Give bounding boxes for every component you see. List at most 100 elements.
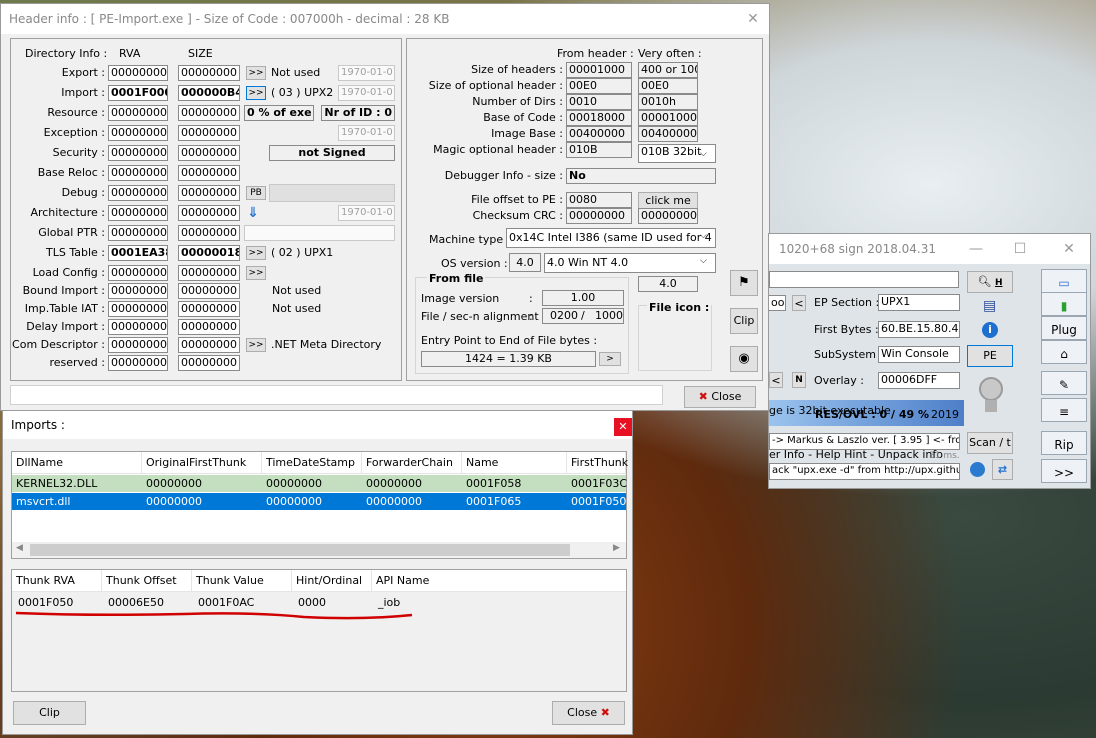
ep-section-value: UPX1 [878,294,960,311]
dir-name-label: reserved : [49,356,105,369]
close-x-icon: ✖ [698,390,708,403]
scroll-thumb[interactable] [30,544,570,556]
col-api-name[interactable]: API Name [372,570,626,592]
dir-jump-button[interactable]: PB [246,186,266,200]
refresh-icon[interactable]: ⇄ [992,459,1013,480]
header-field-value: 010B [566,142,632,158]
dir-name-label: Global PTR : [38,226,105,239]
very-often-label: Very often : [638,47,702,60]
dir-info-text: ( 02 ) UPX1 [271,246,334,259]
file-path-field[interactable] [769,271,959,288]
magnifier-icon: 🔍︎ [977,275,992,288]
header-field-label: Size of optional header : [428,79,563,92]
hierarchy-icon[interactable]: ▤ [983,298,996,314]
header-often-value: 00001000 [638,110,698,126]
camera-icon[interactable]: ◉ [730,346,758,372]
search-h-button[interactable]: 🔍︎ H [967,271,1013,293]
clip-button[interactable]: Clip [730,308,758,334]
dir-name-label: Com Descriptor : [12,338,105,351]
globe-icon[interactable] [970,462,985,477]
rip-button[interactable]: Rip [1041,431,1087,455]
file-icon-label: File icon : [647,301,712,314]
machine-type-select[interactable]: 0x14C Intel I386 (same ID used for 4 [506,228,716,248]
imports-title: Imports : [3,411,632,439]
scroll-right-icon[interactable]: ▶ [613,543,620,553]
dll-tds: 00000000 [266,495,322,508]
thunk-value: 0001F0AC [198,596,255,609]
col-thunk-value[interactable]: Thunk Value [192,570,292,592]
dll-ft: 0001F03C [571,477,627,490]
die-title: 1020+68 sign 2018.04.31 [769,234,1090,264]
col-firstthunk[interactable]: FirstThunk [567,452,628,474]
chart-bars-icon[interactable]: ▮ [1041,292,1087,316]
dll-oft: 00000000 [146,495,202,508]
scan-button[interactable]: Scan / t [967,432,1013,454]
info-hint-line: er Info - Help Hint - Unpack info [769,448,944,461]
horizontal-scrollbar[interactable]: ◀ ▶ [12,542,626,558]
col-thunk-rva[interactable]: Thunk RVA [12,570,102,592]
os-dropdown-arrow[interactable]: ⌵ [700,256,707,266]
dir-size-field: 00000000 [178,355,240,371]
dll-namerva: 0001F058 [466,477,522,490]
overlay-label: Overlay : [814,374,864,387]
prev-button[interactable]: < [792,295,806,311]
prev2-button[interactable]: < [769,372,783,388]
home-icon[interactable]: ⌂ [1041,340,1087,364]
col-hint-ordinal[interactable]: Hint/Ordinal [292,570,372,592]
magic-dropdown-arrow[interactable]: ⌵ [700,149,707,159]
debugger-info-value: No [566,168,716,184]
dir-size-field: 00000000 [178,337,240,353]
close-button[interactable]: ✖ Close [684,386,756,408]
col-name[interactable]: Name [462,452,567,474]
dll-row-msvcrt[interactable]: msvcrt.dll 00000000 00000000 00000000 00… [12,493,626,510]
dir-date-field: 1970-01-01 [338,65,395,81]
close-window-icon[interactable]: ✕ [736,4,770,34]
col-originalfirstthunk[interactable]: OriginalFirstThunk [142,452,262,474]
maximize-icon[interactable]: ☐ [1003,234,1037,264]
next-button[interactable]: >> [1041,459,1087,483]
die-close-icon[interactable]: ✕ [1052,234,1086,264]
dir-size-field: 00000000 [178,165,240,181]
resource-nr-id: Nr of ID : 0 [321,105,395,121]
dir-jump-button[interactable]: >> [246,66,266,80]
col-dllname[interactable]: DllName [12,452,142,474]
info-icon[interactable]: i [982,322,998,338]
dll-row-kernel32[interactable]: KERNEL32.DLL 00000000 00000000 00000000 … [12,475,627,492]
imports-close-button[interactable]: Close ✖ [552,701,625,725]
click-me-button[interactable]: click me [638,192,698,209]
rva-column-label: RVA [119,47,141,60]
col-thunk-offset[interactable]: Thunk Offset [102,570,192,592]
os-version-select[interactable]: 4.0 Win NT 4.0 [544,253,716,273]
n-button[interactable]: N [792,372,806,388]
pe-button[interactable]: PE [967,345,1013,367]
dir-jump-button[interactable]: >> [246,246,266,260]
plug-button[interactable]: Plug [1041,316,1087,340]
directory-info-label: Directory Info : [25,47,108,60]
dir-rva-field: 0001F000 [108,85,168,101]
window-icon[interactable]: ▭ [1041,269,1087,293]
debug-type-dropdown[interactable] [269,184,395,202]
machine-dropdown-arrow[interactable]: ⌵ [700,231,707,241]
flag-icon[interactable]: ⚑ [730,270,758,296]
col-forwarderchain[interactable]: ForwarderChain [362,452,462,474]
first-bytes-value: 60.BE.15.80.41 [878,321,960,338]
thunk-row[interactable]: 0001F050 00006E50 0001F0AC 0000 _iob [12,594,626,611]
imports-close-label: Close [567,706,598,719]
dir-jump-button[interactable]: >> [246,338,266,352]
imports-close-icon[interactable]: ✕ [614,418,632,436]
ep-section-label: EP Section : [814,296,880,309]
minimize-icon[interactable]: — [959,234,993,264]
dir-jump-button[interactable]: >> [246,266,266,280]
thunk-rva: 0001F050 [18,596,74,609]
file-icon-group [638,305,712,371]
dir-jump-button[interactable]: >> [246,86,266,100]
scroll-left-icon[interactable]: ◀ [16,543,23,553]
entry-point-label: Entry Point to End of File bytes : [421,334,598,347]
menu-icon[interactable]: ≡ [1041,398,1087,422]
entry-point-button[interactable]: > [599,352,621,366]
header-info-window: Header info : [ PE-Import.exe ] - Size o… [0,3,770,411]
col-timedatestamp[interactable]: TimeDateStamp [262,452,362,474]
overlay-value: 00006DFF [878,372,960,389]
imports-clip-button[interactable]: Clip [13,701,86,725]
tools-icon[interactable]: ✎ [1041,371,1087,395]
